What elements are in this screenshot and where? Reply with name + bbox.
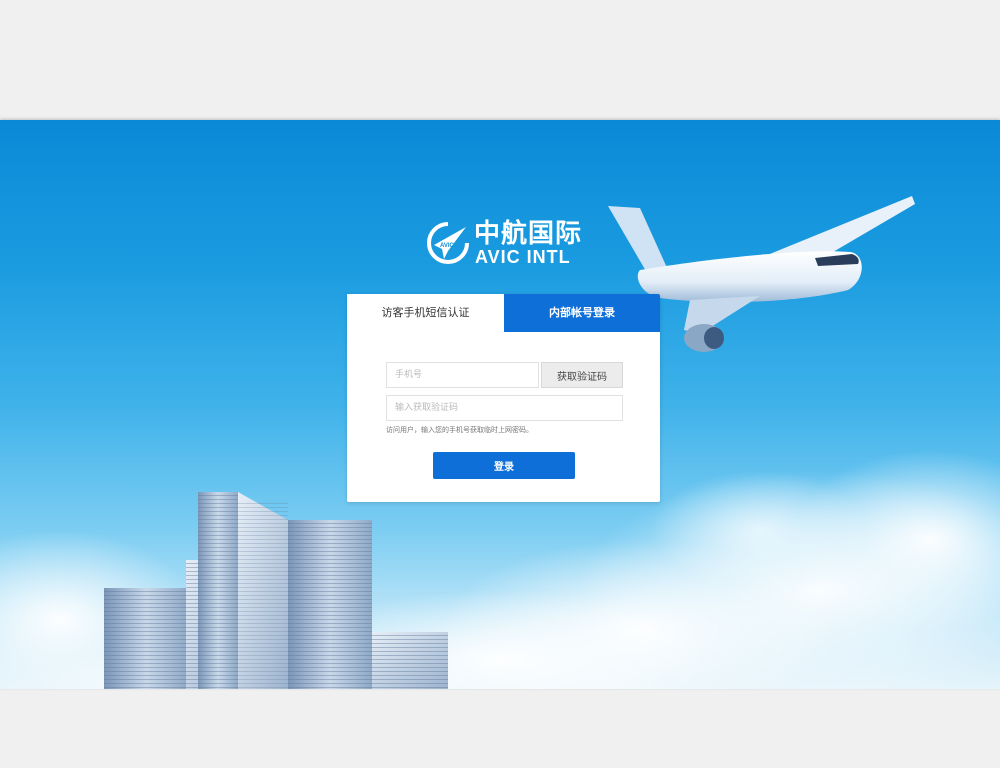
brand-logo: AVIC 中航国际 AVIC INTL xyxy=(426,219,586,267)
login-tabs: 访客手机短信认证 内部帐号登录 xyxy=(347,294,660,332)
get-code-button[interactable]: 获取验证码 xyxy=(541,362,623,388)
phone-input[interactable] xyxy=(386,362,539,388)
tab-internal-account[interactable]: 内部帐号登录 xyxy=(504,294,660,332)
login-card: 访客手机短信认证 内部帐号登录 获取验证码 访问用户，输入您的手机号获取临时上网… xyxy=(347,294,660,502)
login-button[interactable]: 登录 xyxy=(433,452,575,479)
emblem-text: AVIC xyxy=(440,243,455,249)
avic-emblem-icon: AVIC xyxy=(427,222,469,264)
buildings-illustration xyxy=(104,492,448,689)
verification-code-input[interactable] xyxy=(386,395,623,421)
brand-name-cn: 中航国际 xyxy=(474,219,583,249)
hint-text: 访问用户，输入您的手机号获取临时上网密码。 xyxy=(386,426,533,434)
brand-name-en: AVIC INTL xyxy=(475,247,571,267)
tab-guest-sms[interactable]: 访客手机短信认证 xyxy=(347,294,504,332)
